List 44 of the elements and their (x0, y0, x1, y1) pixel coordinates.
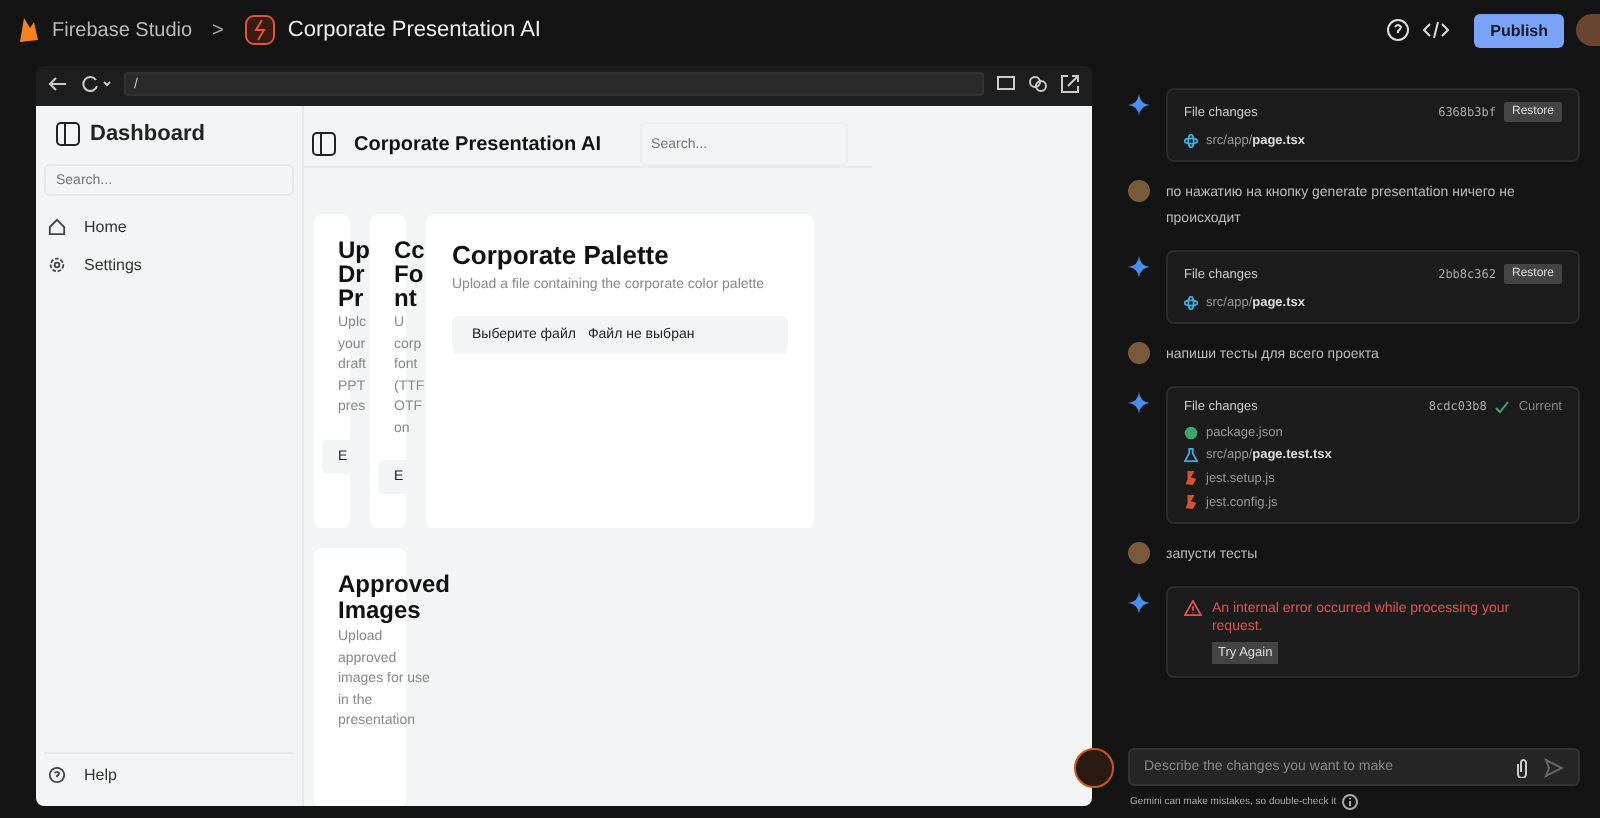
user-avatar (1128, 180, 1150, 202)
sidebar-item[interactable]: Home (44, 208, 294, 246)
help-icon[interactable] (1386, 18, 1411, 42)
card-title: Corporate Palette (452, 240, 671, 270)
publish-button[interactable]: Publish (1474, 13, 1564, 47)
warning-icon (1184, 600, 1202, 616)
paperclip-icon[interactable] (1516, 757, 1528, 777)
package-icon (1184, 426, 1198, 440)
sparkle-icon (1128, 392, 1150, 414)
app-title: Corporate Presentation AI (354, 133, 602, 155)
help-icon (48, 766, 66, 784)
sparkle-icon (1128, 592, 1150, 614)
user-avatar (1128, 342, 1150, 364)
sidebar-toggle-icon[interactable] (56, 122, 80, 146)
brand-name[interactable]: Firebase Studio (52, 19, 193, 41)
card-title: Approved Images (338, 572, 453, 624)
sparkle-icon (1128, 94, 1150, 116)
reload-icon[interactable] (80, 74, 112, 94)
user-avatar (1128, 542, 1150, 564)
atom-icon (1184, 134, 1198, 148)
send-icon[interactable] (1544, 757, 1564, 777)
sidebar-item[interactable]: Settings (44, 246, 294, 284)
device-icon[interactable] (996, 74, 1016, 94)
floating-logo-icon[interactable] (1074, 748, 1114, 788)
gear-icon (48, 256, 66, 274)
card-title: Up Dr Pr (338, 238, 370, 310)
help-link[interactable]: Help (44, 752, 294, 794)
atom-icon (1184, 296, 1198, 310)
sidebar-toggle-icon[interactable] (312, 132, 336, 156)
flame-logo-icon (16, 16, 40, 44)
project-name: Corporate Presentation AI (287, 18, 541, 42)
flask-icon (1184, 448, 1198, 462)
sidebar-title: Dashboard (90, 122, 205, 146)
code-icon[interactable] (1422, 18, 1451, 42)
check-icon (1494, 400, 1511, 414)
info-icon[interactable] (1342, 794, 1359, 810)
sparkle-icon (1128, 256, 1150, 278)
card-title: Cc Fo nt (394, 238, 425, 310)
back-arrow-icon[interactable] (48, 74, 68, 94)
link-icon[interactable] (1028, 74, 1048, 94)
external-link-icon[interactable] (1060, 74, 1080, 94)
home-icon (48, 218, 66, 236)
project-logo-icon (243, 14, 276, 46)
breadcrumb-separator: > (212, 19, 224, 41)
